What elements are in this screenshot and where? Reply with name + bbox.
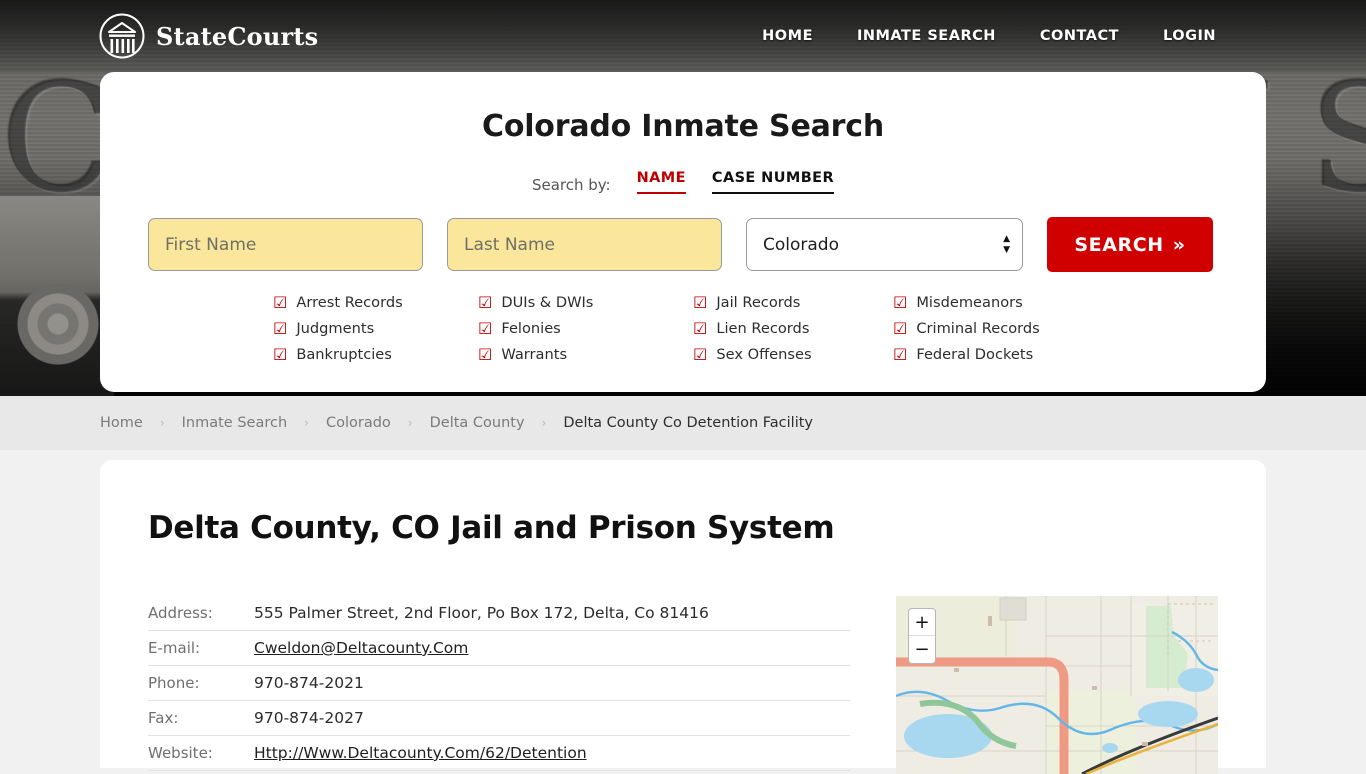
column-capital-decoration — [0, 196, 114, 396]
main-navigation: HOME INMATE SEARCH CONTACT LOGIN — [762, 28, 1216, 44]
nav-item-login[interactable]: LOGIN — [1163, 28, 1216, 44]
chevron-right-icon: › — [159, 416, 165, 430]
record-type-label: Lien Records — [716, 320, 810, 337]
search-by-label: Search by: — [531, 176, 611, 194]
search-button[interactable]: SEARCH » — [1047, 217, 1213, 272]
tab-name[interactable]: NAME — [636, 170, 686, 194]
map-zoom-control: + − — [908, 608, 936, 664]
courthouse-circle-icon — [98, 12, 146, 60]
record-type-jail-records: ☑ Jail Records — [693, 294, 893, 311]
record-type-felonies: ☑ Felonies — [478, 320, 693, 337]
record-type-warrants: ☑ Warrants — [478, 346, 693, 363]
search-button-label: SEARCH — [1074, 233, 1164, 256]
info-value-website: Http://Www.Deltacounty.Com/62/Detention — [254, 744, 587, 762]
facility-info-table: Address: 555 Palmer Street, 2nd Floor, P… — [148, 596, 850, 774]
info-value-phone: 970-874-2021 — [254, 674, 364, 692]
record-type-arrest-records: ☑ Arrest Records — [273, 294, 478, 311]
record-type-misdemeanors: ☑ Misdemeanors — [893, 294, 1093, 311]
facility-detail-card: Delta County, CO Jail and Prison System … — [100, 460, 1266, 774]
record-type-label: DUIs & DWIs — [501, 294, 594, 311]
record-type-lien-records: ☑ Lien Records — [693, 320, 893, 337]
checkbox-checked-icon: ☑ — [478, 344, 493, 364]
breadcrumb-item-inmate-search[interactable]: Inmate Search — [182, 415, 288, 431]
site-header: StateCourts HOME INMATE SEARCH CONTACT L… — [0, 0, 1366, 72]
checkbox-checked-icon: ☑ — [693, 318, 708, 338]
record-type-label: Judgments — [296, 320, 375, 337]
table-row: Address: 555 Palmer Street, 2nd Floor, P… — [148, 596, 850, 631]
search-form: Colorado ▲▼ SEARCH » — [148, 217, 1218, 272]
info-label-address: Address: — [148, 604, 213, 622]
table-row: E-mail: Cweldon@Deltacounty.Com — [148, 631, 850, 666]
map-zoom-in-button[interactable]: + — [909, 609, 935, 636]
record-type-federal-dockets: ☑ Federal Dockets — [893, 346, 1093, 363]
info-label-website: Website: — [148, 744, 213, 762]
breadcrumb-item-delta-county[interactable]: Delta County — [430, 415, 525, 431]
map-tiles — [896, 596, 1218, 774]
checkbox-checked-icon: ☑ — [693, 344, 708, 364]
inmate-search-card: Colorado Inmate Search Search by: NAME C… — [100, 72, 1266, 392]
email-link[interactable]: Cweldon@Deltacounty.Com — [254, 639, 468, 657]
tab-case-number[interactable]: CASE NUMBER — [711, 170, 835, 194]
info-label-email: E-mail: — [148, 639, 201, 657]
record-type-criminal-records: ☑ Criminal Records — [893, 320, 1093, 337]
record-type-duis-dwis: ☑ DUIs & DWIs — [478, 294, 693, 311]
info-value-email: Cweldon@Deltacounty.Com — [254, 639, 468, 657]
first-name-input[interactable] — [148, 218, 423, 271]
record-types-grid: ☑ Arrest Records ☑ DUIs & DWIs ☑ Jail Recor… — [148, 294, 1218, 363]
checkbox-checked-icon: ☑ — [478, 318, 493, 338]
checkbox-checked-icon: ☑ — [693, 292, 708, 312]
info-label-fax: Fax: — [148, 709, 179, 727]
nav-item-inmate-search[interactable]: INMATE SEARCH — [857, 28, 996, 44]
map-zoom-out-button[interactable]: − — [909, 636, 935, 663]
info-value-address: 555 Palmer Street, 2nd Floor, Po Box 172… — [254, 604, 709, 622]
table-row: Phone: 970-874-2021 — [148, 666, 850, 701]
chevron-right-icon: › — [407, 416, 413, 430]
checkbox-checked-icon: ☑ — [893, 344, 908, 364]
chevron-right-icon: › — [541, 416, 547, 430]
state-select[interactable]: Colorado — [746, 218, 1023, 271]
nav-item-home[interactable]: HOME — [762, 28, 813, 44]
record-type-label: Federal Dockets — [916, 346, 1034, 363]
chevron-right-icon: › — [304, 416, 309, 430]
double-chevron-right-icon: » — [1172, 233, 1186, 256]
hero-banner: COURT HOUSE StateCourts HOME INMATE S — [0, 0, 1366, 396]
brand-name: StateCourts — [156, 21, 319, 51]
record-type-label: Sex Offenses — [716, 346, 812, 363]
location-map[interactable]: + − — [896, 596, 1218, 774]
breadcrumb-item-colorado[interactable]: Colorado — [326, 415, 391, 431]
search-card-title: Colorado Inmate Search — [482, 109, 884, 144]
record-type-label: Felonies — [501, 320, 561, 337]
checkbox-checked-icon: ☑ — [478, 292, 493, 312]
website-link[interactable]: Http://Www.Deltacounty.Com/62/Detention — [254, 744, 587, 762]
page-title: Delta County, CO Jail and Prison System — [148, 510, 835, 546]
detail-body: Address: 555 Palmer Street, 2nd Floor, P… — [148, 596, 1218, 774]
search-by-row: Search by: NAME CASE NUMBER — [148, 170, 1218, 194]
record-type-label: Misdemeanors — [916, 294, 1023, 311]
checkbox-checked-icon: ☑ — [893, 318, 908, 338]
breadcrumb-bar: Home › Inmate Search › Colorado › Delta … — [0, 396, 1366, 450]
state-select-wrap: Colorado ▲ ▼ — [746, 218, 1023, 271]
record-type-label: Arrest Records — [296, 294, 403, 311]
checkbox-checked-icon: ☑ — [273, 292, 288, 312]
last-name-input[interactable] — [447, 218, 722, 271]
checkbox-checked-icon: ☑ — [273, 344, 288, 364]
info-label-phone: Phone: — [148, 674, 200, 692]
record-type-label: Warrants — [501, 346, 568, 363]
record-type-sex-offenses: ☑ Sex Offenses — [693, 346, 893, 363]
nav-item-contact[interactable]: CONTACT — [1040, 28, 1119, 44]
record-type-label: Bankruptcies — [296, 346, 392, 363]
breadcrumb: Home › Inmate Search › Colorado › Delta … — [100, 415, 813, 431]
brand-logo[interactable]: StateCourts — [98, 12, 318, 60]
record-type-label: Criminal Records — [916, 320, 1040, 337]
checkbox-checked-icon: ☑ — [273, 318, 288, 338]
record-type-judgments: ☑ Judgments — [273, 320, 478, 337]
record-type-bankruptcies: ☑ Bankruptcies — [273, 346, 478, 363]
table-row: Website: Http://Www.Deltacounty.Com/62/D… — [148, 736, 850, 771]
breadcrumb-item-home[interactable]: Home — [100, 415, 143, 431]
info-value-fax: 970-874-2027 — [254, 709, 364, 727]
checkbox-checked-icon: ☑ — [893, 292, 908, 312]
record-type-label: Jail Records — [716, 294, 801, 311]
table-row: Fax: 970-874-2027 — [148, 701, 850, 736]
breadcrumb-item-current: Delta County Co Detention Facility — [563, 415, 813, 431]
